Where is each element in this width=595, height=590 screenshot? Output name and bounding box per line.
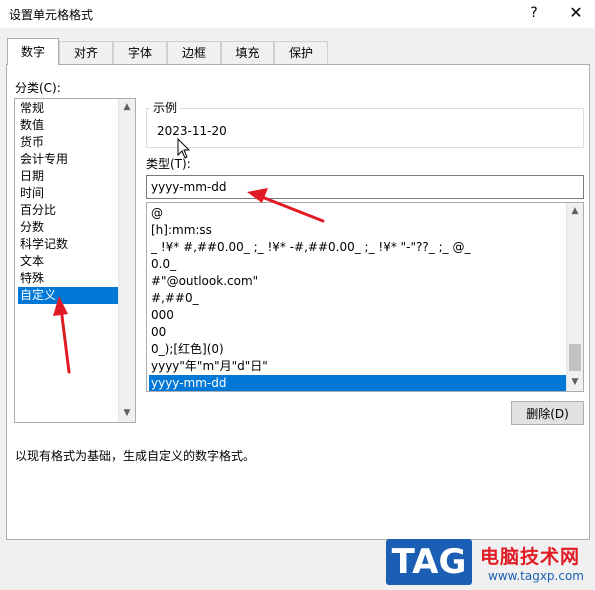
scroll-down-icon[interactable]: ▼ xyxy=(119,405,135,422)
scroll-up-icon[interactable]: ▲ xyxy=(567,203,583,220)
tab-border[interactable]: 边框 xyxy=(167,41,221,64)
format-item[interactable]: [h]:mm:ss xyxy=(149,222,566,239)
watermark-logo: TAG xyxy=(386,539,472,585)
close-button[interactable]: ✕ xyxy=(562,2,590,24)
format-item[interactable]: yyyy"年"m"月"d"日" xyxy=(149,358,566,375)
tab-protection[interactable]: 保护 xyxy=(274,41,328,64)
delete-button[interactable]: 删除(D) xyxy=(511,401,584,425)
category-item-special[interactable]: 特殊 xyxy=(18,270,119,287)
format-item[interactable]: 00 xyxy=(149,324,566,341)
dialog-title: 设置单元格格式 xyxy=(9,8,94,22)
tab-font[interactable]: 字体 xyxy=(113,41,167,64)
format-item[interactable]: #,##0_ xyxy=(149,290,566,307)
type-input[interactable] xyxy=(146,175,584,199)
category-item-fraction[interactable]: 分数 xyxy=(18,219,119,236)
format-description: 以现有格式为基础，生成自定义的数字格式。 xyxy=(15,449,256,463)
tab-alignment[interactable]: 对齐 xyxy=(59,41,113,64)
type-label: 类型(T): xyxy=(146,157,191,171)
format-item-selected[interactable]: yyyy-mm-dd xyxy=(149,375,566,391)
scroll-thumb[interactable] xyxy=(569,344,581,371)
category-list[interactable]: 常规 数值 货币 会计专用 日期 时间 百分比 分数 科学记数 文本 特殊 自定… xyxy=(14,98,136,423)
category-label: 分类(C): xyxy=(15,81,61,95)
category-item-custom[interactable]: 自定义 xyxy=(18,287,119,304)
format-item[interactable]: @ xyxy=(149,205,566,222)
category-item-percentage[interactable]: 百分比 xyxy=(18,202,119,219)
watermark-url: www.tagxp.com xyxy=(488,569,584,583)
tab-fill[interactable]: 填充 xyxy=(221,41,274,64)
sample-label: 示例 xyxy=(150,99,181,116)
format-scrollbar[interactable]: ▲ ▼ xyxy=(566,203,583,391)
category-item-scientific[interactable]: 科学记数 xyxy=(18,236,119,253)
category-item-general[interactable]: 常规 xyxy=(18,100,119,117)
format-list[interactable]: @ [h]:mm:ss _ !¥* #,##0.00_ ;_ !¥* -#,##… xyxy=(146,202,584,392)
scroll-up-icon[interactable]: ▲ xyxy=(119,99,135,116)
category-item-date[interactable]: 日期 xyxy=(18,168,119,185)
category-scrollbar[interactable]: ▲ ▼ xyxy=(118,99,135,422)
tab-number[interactable]: 数字 xyxy=(7,38,59,65)
format-item[interactable]: #"@outlook.com" xyxy=(149,273,566,290)
format-item[interactable]: 0.0_ xyxy=(149,256,566,273)
format-item[interactable]: _ !¥* #,##0.00_ ;_ !¥* -#,##0.00_ ;_ !¥*… xyxy=(149,239,566,256)
sample-value: 2023-11-20 xyxy=(157,124,227,138)
category-item-number[interactable]: 数值 xyxy=(18,117,119,134)
watermark-title: 电脑技术网 xyxy=(480,546,581,568)
scroll-down-icon[interactable]: ▼ xyxy=(567,374,583,391)
help-button[interactable]: ? xyxy=(520,2,548,24)
format-item[interactable]: 0_);[红色](0) xyxy=(149,341,566,358)
category-item-currency[interactable]: 货币 xyxy=(18,134,119,151)
format-item[interactable]: 000 xyxy=(149,307,566,324)
category-item-accounting[interactable]: 会计专用 xyxy=(18,151,119,168)
category-item-text[interactable]: 文本 xyxy=(18,253,119,270)
category-item-time[interactable]: 时间 xyxy=(18,185,119,202)
